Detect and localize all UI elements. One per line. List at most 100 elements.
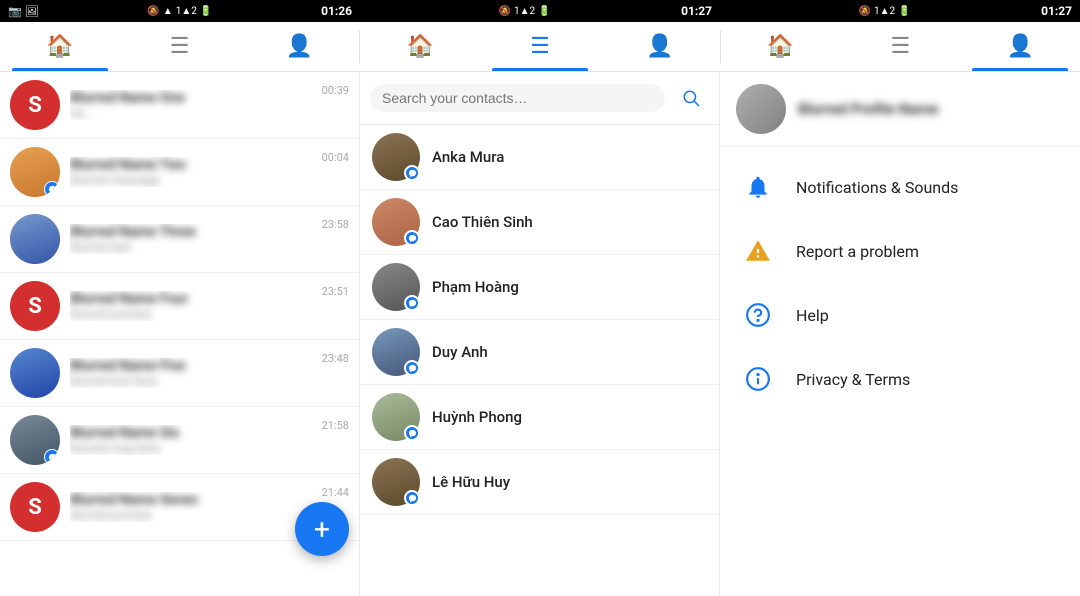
conv-preview-6: blurred msg here bbox=[70, 441, 312, 455]
contact-avatar-2 bbox=[372, 198, 420, 246]
search-button[interactable] bbox=[673, 80, 709, 116]
menu-label-report: Report a problem bbox=[796, 242, 919, 261]
conv-info-4: Blurred Name Four blurred preview bbox=[70, 291, 312, 321]
contact-badge-5 bbox=[404, 425, 420, 441]
avatar-5 bbox=[10, 348, 60, 398]
tab-profile-right[interactable]: 👤 bbox=[960, 22, 1080, 71]
conv-item-1[interactable]: S Blurred Name One na... 00:39 bbox=[0, 72, 359, 139]
conv-item-4[interactable]: S Blurred Name Four blurred preview 23:5… bbox=[0, 273, 359, 340]
signal-icon-1: 🔕 bbox=[147, 6, 159, 17]
tab-home-left[interactable]: 🏠 bbox=[0, 22, 120, 71]
menu-item-privacy[interactable]: Privacy & Terms bbox=[720, 347, 1080, 411]
time-2: 01:27 bbox=[681, 4, 712, 18]
tab-menu-right[interactable]: ☰ bbox=[840, 22, 960, 71]
menu-item-help[interactable]: Help bbox=[720, 283, 1080, 347]
tab-profile-mid[interactable]: 👤 bbox=[600, 22, 720, 71]
battery-icon-3: 🔋 bbox=[898, 6, 910, 17]
contact-badge-6 bbox=[404, 490, 420, 506]
menu-item-report[interactable]: Report a problem bbox=[720, 219, 1080, 283]
contact-name-3: Phạm Hoàng bbox=[432, 278, 519, 296]
time-1: 01:26 bbox=[321, 4, 352, 18]
profile-icon-mid: 👤 bbox=[646, 34, 673, 59]
contact-name-5: Huỳnh Phong bbox=[432, 408, 522, 426]
conv-info-2: Blurred Name Two blurred message bbox=[70, 157, 312, 187]
status-right-icons-1: 🔕 ▲ 1▲2 🔋 bbox=[147, 6, 212, 17]
menu-icon-right: ☰ bbox=[890, 34, 910, 59]
settings-panel: Blurred Profile Name Notifications & Sou… bbox=[720, 72, 1080, 596]
conv-preview-3: blurred text bbox=[70, 240, 312, 254]
tab-menu-mid[interactable]: ☰ bbox=[480, 22, 600, 71]
messenger-badge-2 bbox=[44, 181, 60, 197]
conv-name-6: Blurred Name Six bbox=[70, 425, 312, 441]
time-3: 01:27 bbox=[1041, 4, 1072, 18]
tab-menu-left[interactable]: ☰ bbox=[120, 22, 240, 71]
conv-time-4: 23:51 bbox=[322, 285, 349, 298]
contact-item-3[interactable]: Phạm Hoàng bbox=[360, 255, 719, 320]
conv-time-3: 23:58 bbox=[322, 218, 349, 231]
contact-badge-3 bbox=[404, 295, 420, 311]
menu-item-notifications[interactable]: Notifications & Sounds bbox=[720, 155, 1080, 219]
contact-avatar-6 bbox=[372, 458, 420, 506]
conv-preview-7: blurred preview bbox=[70, 508, 312, 522]
contact-item-4[interactable]: Duy Anh bbox=[360, 320, 719, 385]
contact-item-2[interactable]: Cao Thiên Sinh bbox=[360, 190, 719, 255]
menu-icon-left: ☰ bbox=[170, 34, 190, 59]
menu-label-notifications: Notifications & Sounds bbox=[796, 178, 958, 197]
contact-item-1[interactable]: Anka Mura bbox=[360, 125, 719, 190]
contacts-panel: Anka Mura Cao Thiên Sinh P bbox=[360, 72, 720, 596]
contact-list: Anka Mura Cao Thiên Sinh P bbox=[360, 125, 719, 596]
conv-time-1: 00:39 bbox=[322, 84, 349, 97]
conversations-panel: S Blurred Name One na... 00:39 Blurred N… bbox=[0, 72, 360, 596]
compose-fab[interactable]: + bbox=[295, 502, 349, 556]
sim-icon-2: 1▲2 bbox=[514, 6, 535, 17]
conv-name-4: Blurred Name Four bbox=[70, 291, 312, 307]
status-right-icons-3: 🔕 1▲2 🔋 bbox=[859, 6, 911, 17]
profile-icon-left: 👤 bbox=[286, 34, 313, 59]
contact-item-5[interactable]: Huỳnh Phong bbox=[360, 385, 719, 450]
tab-profile-left[interactable]: 👤 bbox=[240, 22, 360, 71]
contact-badge-4 bbox=[404, 360, 420, 376]
status-bar: 📷 🖼 🔕 ▲ 1▲2 🔋 01:26 🔕 1▲2 🔋 01:27 🔕 1▲2 … bbox=[0, 0, 1080, 22]
contact-name-6: Lê Hữu Huy bbox=[432, 473, 510, 491]
conv-info-7: Blurred Name Seven blurred preview bbox=[70, 492, 312, 522]
search-input-wrap[interactable] bbox=[370, 84, 665, 112]
messenger-badge-6 bbox=[44, 449, 60, 465]
battery-icon-1: 🔋 bbox=[200, 6, 212, 17]
profile-icon-right: 👤 bbox=[1006, 34, 1033, 59]
contact-badge-1 bbox=[404, 165, 420, 181]
bell-icon bbox=[740, 169, 776, 205]
search-input[interactable] bbox=[382, 90, 653, 106]
conv-time-2: 00:04 bbox=[322, 151, 349, 164]
conv-item-6[interactable]: Blurred Name Six blurred msg here 21:58 bbox=[0, 407, 359, 474]
status-segment-3: 🔕 1▲2 🔋 01:27 bbox=[720, 4, 1080, 18]
warning-icon bbox=[740, 233, 776, 269]
signal-icon-2: 🔕 bbox=[499, 6, 511, 17]
menu-label-privacy: Privacy & Terms bbox=[796, 370, 910, 389]
conv-name-1: Blurred Name One bbox=[70, 90, 312, 106]
home-icon-left: 🏠 bbox=[46, 34, 73, 59]
conv-item-5[interactable]: Blurred Name Five blurred text here 23:4… bbox=[0, 340, 359, 407]
battery-icon-2: 🔋 bbox=[538, 6, 550, 17]
contact-item-6[interactable]: Lê Hữu Huy bbox=[360, 450, 719, 515]
conv-info-6: Blurred Name Six blurred msg here bbox=[70, 425, 312, 455]
tab-home-mid[interactable]: 🏠 bbox=[360, 22, 480, 71]
avatar-2 bbox=[10, 147, 60, 197]
menu-label-help: Help bbox=[796, 306, 829, 325]
tab-bar: 🏠 ☰ 👤 🏠 ☰ 👤 🏠 ☰ 👤 bbox=[0, 22, 1080, 72]
gallery-icon: 🖼 bbox=[25, 5, 39, 18]
conv-preview-5: blurred text here bbox=[70, 374, 312, 388]
conv-item-3[interactable]: Blurred Name Three blurred text 23:58 bbox=[0, 206, 359, 273]
contact-avatar-3 bbox=[372, 263, 420, 311]
sim-icon-1: 1▲2 bbox=[176, 6, 197, 17]
status-segment-1: 📷 🖼 🔕 ▲ 1▲2 🔋 01:26 bbox=[0, 4, 360, 18]
menu-list: Notifications & Sounds Report a problem bbox=[720, 147, 1080, 419]
conv-time-5: 23:48 bbox=[322, 352, 349, 365]
tab-home-right[interactable]: 🏠 bbox=[721, 22, 841, 71]
conv-item-2[interactable]: Blurred Name Two blurred message 00:04 bbox=[0, 139, 359, 206]
avatar-6 bbox=[10, 415, 60, 465]
home-icon-right: 🏠 bbox=[767, 34, 794, 59]
menu-icon-mid: ☰ bbox=[530, 34, 550, 59]
conv-preview-2: blurred message bbox=[70, 173, 312, 187]
avatar-7: S bbox=[10, 482, 60, 532]
profile-header: Blurred Profile Name bbox=[720, 72, 1080, 147]
